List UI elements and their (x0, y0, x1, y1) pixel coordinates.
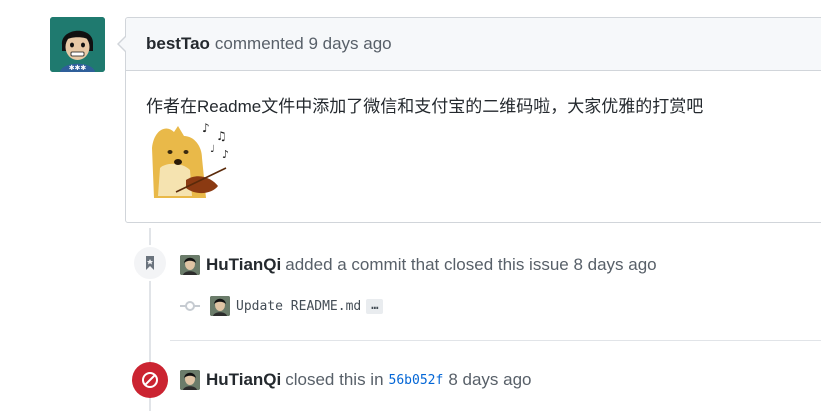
comment-body-text: 作者在Readme文件中添加了微信和支付宝的二维码啦，大家优雅的打赏吧 (146, 97, 704, 116)
commit-row: Update README.md … (180, 296, 384, 316)
commit-event-text: added a commit that closed this issue 8 … (285, 255, 657, 274)
closed-event-timestamp[interactable]: 8 days ago (448, 370, 531, 390)
comment-box: bestTao commented 9 days ago 作者在Readme文件… (117, 17, 821, 223)
expand-commit-button[interactable]: … (366, 298, 384, 314)
timeline-divider (170, 340, 821, 341)
comment-author-link[interactable]: bestTao (146, 34, 210, 54)
commit-message-link[interactable]: Update README.md (236, 299, 361, 314)
doge-violin-image: ♪ ♫ ♪ ♩ (146, 118, 236, 200)
bookmark-icon (146, 256, 154, 270)
actor-avatar[interactable] (180, 370, 200, 390)
actor-link[interactable]: HuTianQi (206, 370, 281, 390)
svg-text:♪: ♪ (202, 121, 210, 135)
svg-text:♩: ♩ (210, 144, 215, 155)
svg-text:♪: ♪ (222, 148, 229, 161)
svg-text:✱✱✱: ✱✱✱ (69, 64, 87, 72)
commit-event-badge (132, 245, 168, 281)
commit-sha-link[interactable]: 56b052f (389, 373, 444, 388)
commit-event-line: HuTianQi added a commit that closed this… (180, 255, 657, 275)
comment-header: bestTao commented 9 days ago (126, 18, 821, 71)
svg-text:♫: ♫ (216, 129, 227, 143)
comment-timestamp[interactable]: commented 9 days ago (215, 34, 392, 54)
circle-slash-icon (142, 372, 158, 388)
author-avatar[interactable]: ✱✱✱ (50, 17, 105, 72)
actor-avatar[interactable] (180, 255, 200, 275)
actor-link[interactable]: HuTianQi (206, 255, 281, 275)
closed-event-badge (132, 362, 168, 398)
git-commit-icon (180, 301, 200, 311)
commit-author-avatar[interactable] (210, 296, 230, 316)
closed-event-text: closed this in (285, 370, 384, 389)
closed-event-line: HuTianQi closed this in 56b052f 8 days a… (180, 370, 532, 390)
